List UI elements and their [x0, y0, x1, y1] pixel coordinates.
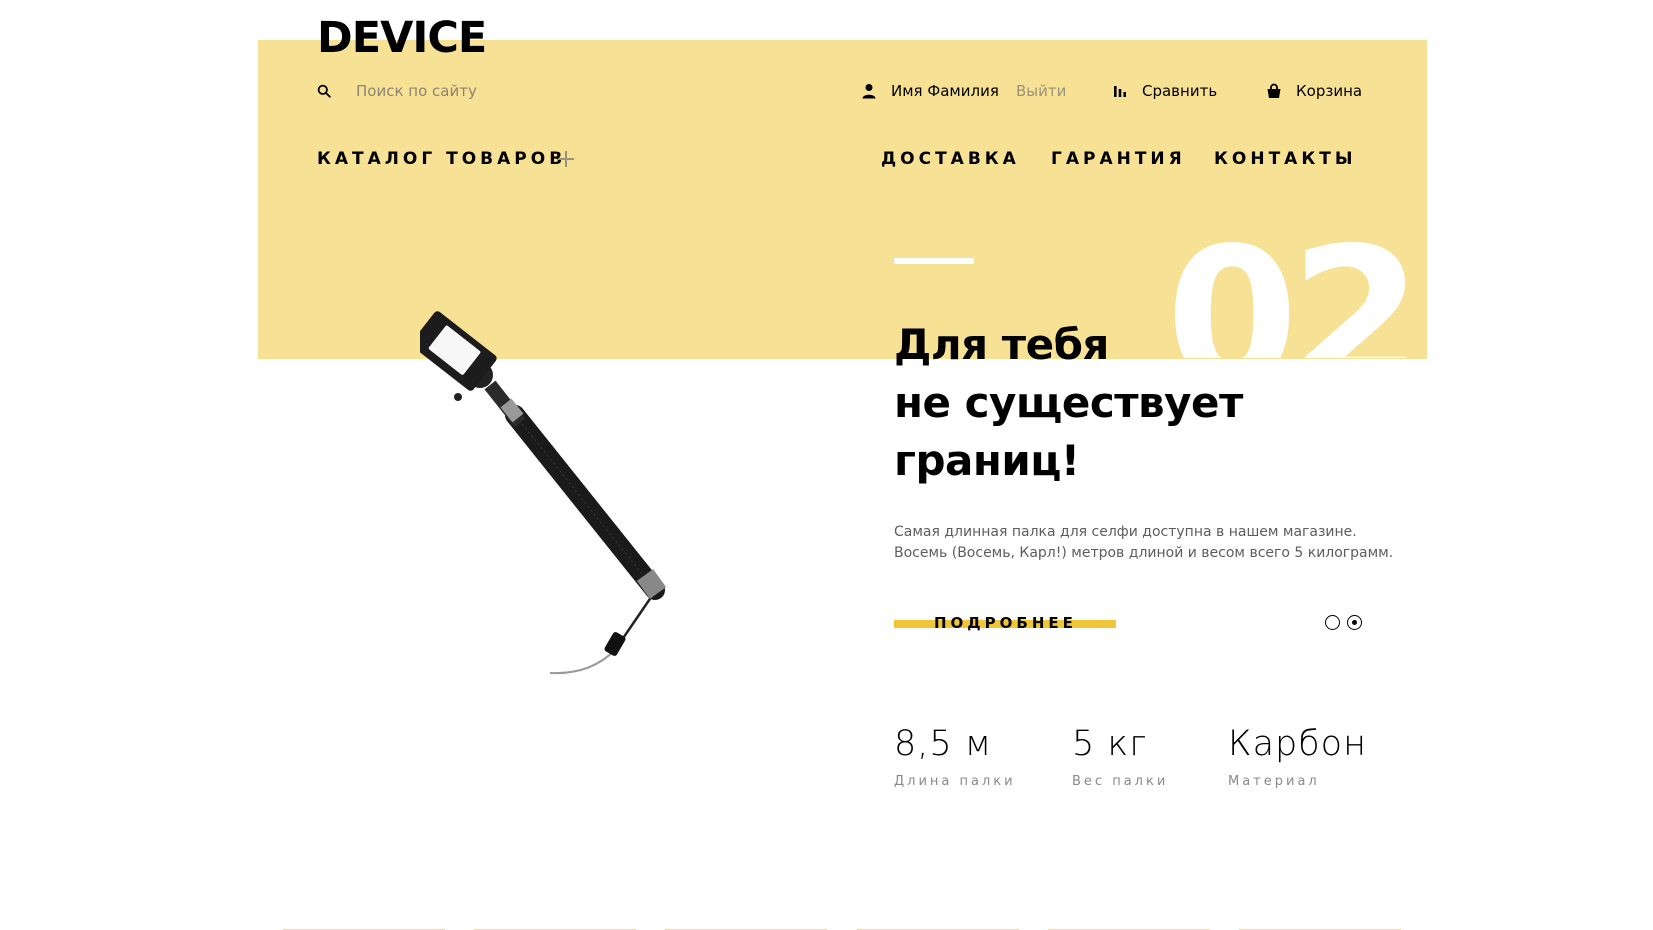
- user-name: Имя Фамилия: [891, 82, 999, 100]
- nav-item-warranty[interactable]: ГАРАНТИЯ: [1051, 148, 1186, 170]
- slider-dot-1[interactable]: [1325, 615, 1340, 630]
- slide-accent-line: [894, 258, 974, 264]
- cart-link[interactable]: Корзина: [1266, 78, 1362, 104]
- spec-material: Карбон Материал: [1228, 724, 1367, 789]
- more-button[interactable]: ПОДРОБНЕЕ: [894, 610, 1116, 638]
- slide-headline: Для тебя не существует границ!: [894, 316, 1243, 490]
- slider-dot-2[interactable]: [1347, 615, 1362, 630]
- nav-item-delivery[interactable]: ДОСТАВКА: [881, 148, 1020, 170]
- compare-link[interactable]: Сравнить: [1112, 78, 1217, 104]
- headline-line: Для тебя: [894, 320, 1109, 369]
- spec-label: Длина палки: [894, 774, 1016, 789]
- cart-label: Корзина: [1296, 82, 1363, 100]
- headline-line: не существует: [894, 378, 1243, 427]
- spec-label: Материал: [1228, 774, 1320, 789]
- catalog-menu-link[interactable]: КАТАЛОГ ТОВАРОВ: [317, 148, 566, 170]
- cart-icon: [1267, 83, 1281, 98]
- logout-link[interactable]: Выйти: [1016, 80, 1066, 102]
- compare-icon: [1114, 86, 1126, 97]
- user-account-link[interactable]: Имя Фамилия: [861, 78, 999, 104]
- more-button-label: ПОДРОБНЕЕ: [934, 614, 1077, 632]
- site-logo[interactable]: DEVICE: [317, 14, 487, 62]
- spec-value: Карбон: [1228, 724, 1367, 764]
- spec-label: Вес палки: [1072, 774, 1169, 789]
- description-line: Восемь (Восемь, Карл!) метров длиной и в…: [894, 545, 1394, 561]
- nav-item-contacts[interactable]: КОНТАКТЫ: [1214, 148, 1356, 170]
- slide-description: Самая длинная палка для селфи доступна в…: [894, 522, 1393, 564]
- selfie-stick-image: [420, 311, 667, 675]
- plus-icon[interactable]: [557, 150, 575, 168]
- headline-line: границ!: [894, 436, 1080, 485]
- search-bar[interactable]: [317, 80, 636, 102]
- spec-length: 8,5 м Длина палки: [894, 724, 1016, 789]
- search-icon[interactable]: [317, 84, 331, 98]
- search-input[interactable]: [356, 82, 636, 100]
- compare-label: Сравнить: [1142, 82, 1218, 100]
- spec-weight: 5 кг Вес палки: [1072, 724, 1168, 789]
- spec-value: 5 кг: [1072, 724, 1148, 764]
- description-line: Самая длинная палка для селфи доступна в…: [894, 524, 1357, 540]
- spec-value: 8,5 м: [894, 724, 993, 764]
- user-icon: [862, 84, 876, 99]
